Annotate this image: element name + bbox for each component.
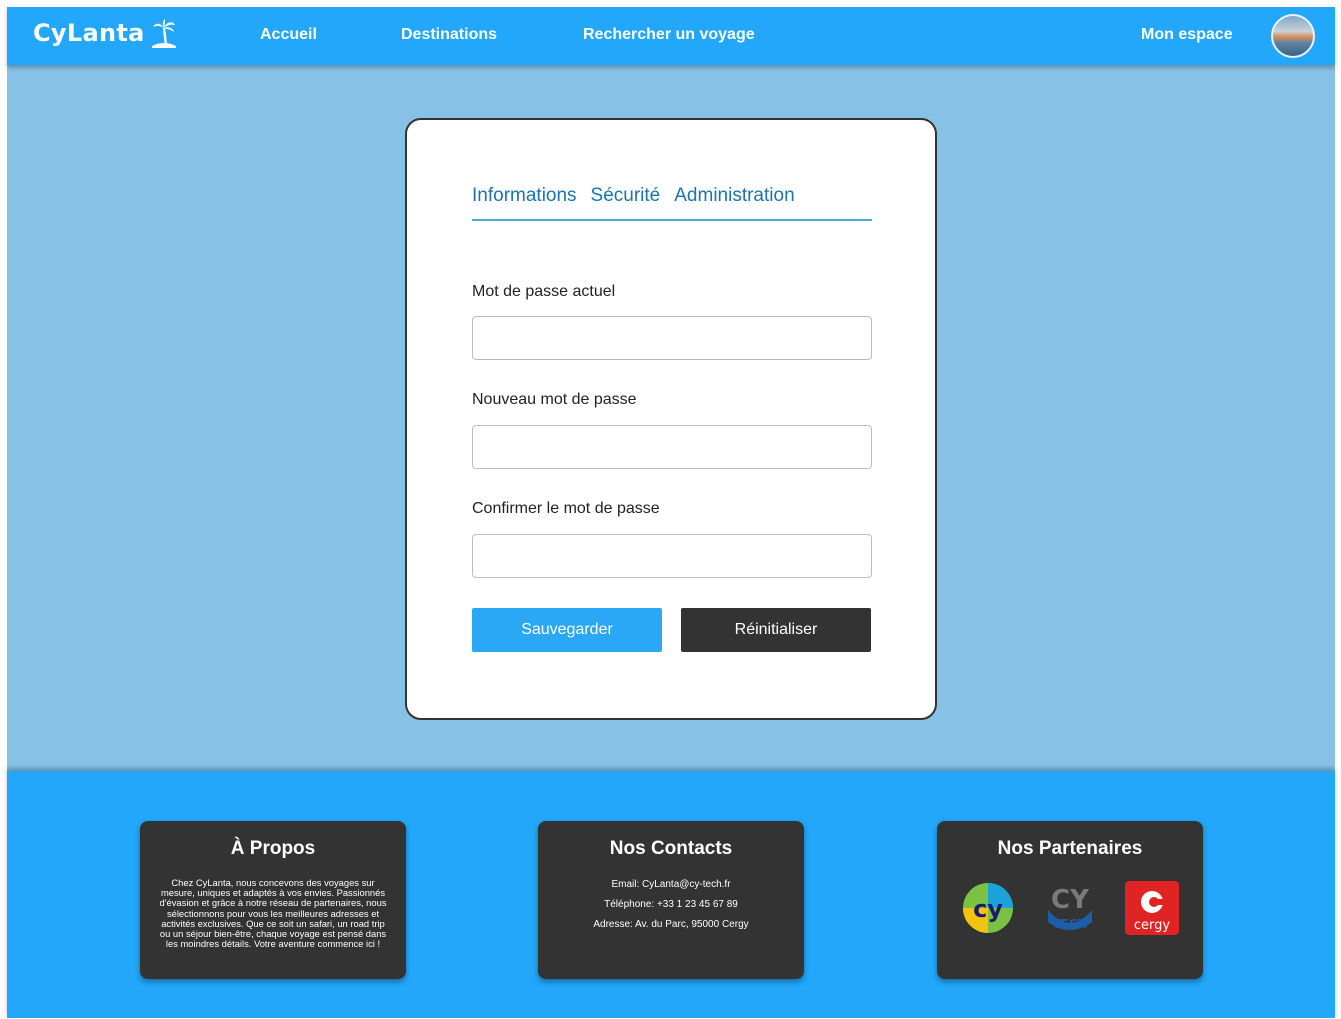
security-card: Informations Sécurité Administration Mot… [405,118,937,720]
contact-email: Email: CyLanta@cy-tech.fr [611,879,731,890]
contacts-title: Nos Contacts [609,838,733,859]
nav-destinations[interactable]: Destinations [401,26,497,44]
contacts-box: Nos Contacts Email: CyLanta@cy-tech.fr T… [538,821,804,979]
palm-tree-icon [151,19,176,48]
contact-address: Adresse: Av. du Parc, 95000 Cergy [593,919,749,930]
confirm-password-label: Confirmer le mot de passe [472,500,660,517]
partner-logos: cy CY TECH cergy [937,880,1203,936]
partners-title: Nos Partenaires [997,838,1143,859]
reset-button[interactable]: Réinitialiser [681,608,871,652]
tab-administration[interactable]: Administration [674,185,794,219]
svg-text:TECH: TECH [1052,917,1087,931]
save-button[interactable]: Sauvegarder [472,608,662,652]
about-title: À Propos [230,838,316,859]
svg-text:cy: cy [973,895,1003,923]
about-text: Chez CyLanta, nous concevons des voyages… [159,877,387,950]
profile-tabs: Informations Sécurité Administration [472,185,872,221]
about-box: À Propos Chez CyLanta, nous concevons de… [140,821,406,979]
current-password-label: Mot de passe actuel [472,283,616,300]
cy-logo-icon[interactable]: cy [960,880,1016,936]
nav-rechercher-voyage[interactable]: Rechercher un voyage [583,26,755,44]
svg-text:CY: CY [1051,885,1090,915]
tab-securite[interactable]: Sécurité [591,185,661,219]
contact-phone: Téléphone: +33 1 23 45 67 89 [604,899,738,910]
new-password-input[interactable] [472,425,872,469]
cergy-logo-icon[interactable]: cergy [1124,880,1180,936]
logo-text: CyLanta [33,19,145,47]
cy-tech-logo-icon[interactable]: CY TECH [1042,880,1098,936]
logo[interactable]: CyLanta [33,18,177,48]
svg-text:cergy: cergy [1134,918,1171,933]
header: CyLanta Accueil Destinations Rechercher … [7,7,1335,65]
current-password-input[interactable] [472,316,872,360]
tab-informations[interactable]: Informations [472,185,577,219]
nav-accueil[interactable]: Accueil [260,26,317,44]
nav-mon-espace[interactable]: Mon espace [1141,26,1233,44]
footer: À Propos Chez CyLanta, nous concevons de… [7,771,1335,1018]
page: CyLanta Accueil Destinations Rechercher … [7,7,1335,1018]
new-password-label: Nouveau mot de passe [472,391,637,408]
partners-box: Nos Partenaires cy CY TECH cergy [937,821,1203,979]
avatar[interactable] [1271,14,1315,58]
confirm-password-input[interactable] [472,534,872,578]
